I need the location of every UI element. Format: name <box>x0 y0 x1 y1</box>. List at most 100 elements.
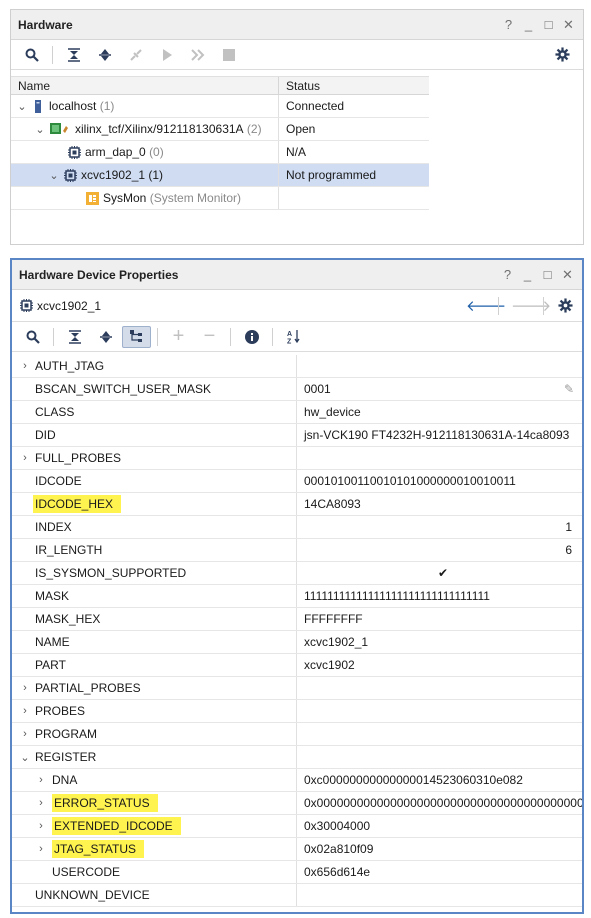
property-value <box>297 447 582 469</box>
chevron-right-icon[interactable]: › <box>34 797 48 809</box>
tree-row-sysmon[interactable]: SysMon (System Monitor) <box>11 187 429 210</box>
forward-arrow-icon[interactable]: 🡒 <box>511 296 551 315</box>
property-row[interactable]: › FULL_PROBES <box>12 447 582 470</box>
chevron-right-icon[interactable]: › <box>18 682 32 694</box>
chevron-right-icon[interactable]: › <box>18 705 32 717</box>
stop-icon[interactable] <box>214 44 243 66</box>
run-next-icon[interactable] <box>183 44 212 66</box>
property-row[interactable]: BSCAN_SWITCH_USER_MASK 0001 ✎ <box>12 378 582 401</box>
property-name: IS_SYSMON_SUPPORTED <box>35 566 187 580</box>
property-row[interactable]: › PROGRAM <box>12 723 582 746</box>
edit-pencil-icon[interactable]: ✎ <box>564 382 574 396</box>
remove-icon[interactable]: − <box>195 325 224 348</box>
minimize-icon[interactable]: _ <box>523 17 534 32</box>
property-row[interactable]: IR_LENGTH 6 <box>12 539 582 562</box>
node-status <box>279 187 286 209</box>
property-value <box>297 746 582 768</box>
property-value: 0x656d614e <box>304 865 371 879</box>
property-row[interactable]: MASK_HEX FFFFFFFF <box>12 608 582 631</box>
svg-text:A: A <box>287 331 292 338</box>
collapse-all-icon[interactable] <box>60 326 89 348</box>
property-row[interactable]: PART xcvc1902 <box>12 654 582 677</box>
property-row[interactable]: IS_SYSMON_SUPPORTED ✔ <box>12 562 582 585</box>
chevron-down-icon[interactable]: ⌄ <box>47 169 61 182</box>
property-row[interactable]: UNKNOWN_DEVICE <box>12 884 582 907</box>
node-count: (1) <box>148 168 164 182</box>
property-name: UNKNOWN_DEVICE <box>35 888 150 902</box>
tree-row-xcvc1902[interactable]: ⌄ xcvc1902_1 (1) Not programmed <box>11 164 429 187</box>
maximize-icon[interactable]: □ <box>542 267 553 282</box>
node-label: xilinx_tcf/Xilinx/912118130631A <box>75 122 244 136</box>
property-row[interactable]: INDEX 1 <box>12 516 582 539</box>
property-name: REGISTER <box>35 750 97 764</box>
chevron-down-icon[interactable]: ⌄ <box>18 751 32 764</box>
property-value-cell[interactable]: 0001 ✎ <box>297 378 582 400</box>
chip-icon <box>63 168 77 182</box>
node-label: localhost <box>49 99 97 113</box>
panel-title: Hardware Device Properties <box>19 267 179 282</box>
property-row[interactable]: › AUTH_JTAG <box>12 355 582 378</box>
property-row[interactable]: › EXTENDED_IDCODE 0x30004000 <box>12 815 582 838</box>
tree-row-target[interactable]: ⌄ xilinx_tcf/Xilinx/912118130631A (2) Op… <box>11 118 429 141</box>
property-row[interactable]: IDCODE_HEX 14CA8093 <box>12 493 582 516</box>
property-name: PROBES <box>35 704 86 718</box>
back-arrow-icon[interactable]: 🡐 <box>466 296 506 315</box>
column-header-name[interactable]: Name <box>11 77 279 94</box>
property-name: INDEX <box>35 520 72 534</box>
group-by-category-icon[interactable] <box>122 325 151 348</box>
chevron-down-icon[interactable]: ⌄ <box>33 123 47 136</box>
close-icon[interactable]: ✕ <box>562 267 573 282</box>
minimize-icon[interactable]: _ <box>522 267 533 282</box>
node-status: Not programmed <box>286 168 377 182</box>
search-icon[interactable] <box>18 326 47 348</box>
settings-icon[interactable] <box>556 295 574 317</box>
help-icon[interactable]: ? <box>503 17 514 32</box>
property-value: 14CA8093 <box>304 497 361 511</box>
tree-row-localhost[interactable]: ⌄ localhost (1) Connected <box>11 95 429 118</box>
expand-all-icon[interactable] <box>91 326 120 348</box>
property-value: 1 <box>565 520 572 534</box>
hardware-panel: Hardware ? _ □ ✕ Name Status ⌄ localhost… <box>10 9 584 245</box>
settings-icon[interactable] <box>548 44 577 66</box>
property-row[interactable]: › PROBES <box>12 700 582 723</box>
chevron-right-icon[interactable]: › <box>34 774 48 786</box>
close-icon[interactable]: ✕ <box>563 17 574 32</box>
property-row[interactable]: › PARTIAL_PROBES <box>12 677 582 700</box>
property-name-highlighted: ERROR_STATUS <box>52 794 158 812</box>
property-value <box>297 700 582 722</box>
column-header-status[interactable]: Status <box>279 77 320 94</box>
toolbar-separator <box>498 296 499 315</box>
property-row[interactable]: MASK 11111111111111111111111111111111 <box>12 585 582 608</box>
property-row[interactable]: IDCODE 00010100110010101000000010010011 <box>12 470 582 493</box>
board-target-icon <box>49 122 71 136</box>
expand-all-icon[interactable] <box>90 44 119 66</box>
sort-alpha-icon[interactable]: AZ <box>279 326 308 348</box>
chevron-right-icon[interactable]: › <box>18 728 32 740</box>
search-icon[interactable] <box>17 44 46 66</box>
property-row[interactable]: › ERROR_STATUS 0x000000000000000000000000… <box>12 792 582 815</box>
property-row[interactable]: NAME xcvc1902_1 <box>12 631 582 654</box>
tree-row-arm-dap[interactable]: arm_dap_0 (0) N/A <box>11 141 429 164</box>
svg-text:Z: Z <box>287 339 292 345</box>
property-row[interactable]: DID jsn-VCK190 FT4232H-912118130631A-14c… <box>12 424 582 447</box>
property-row[interactable]: › DNA 0xc00000000000000014523060310e082 <box>12 769 582 792</box>
property-name-highlighted: JTAG_STATUS <box>52 840 145 858</box>
auto-connect-icon[interactable] <box>121 44 150 66</box>
property-row[interactable]: ⌄ REGISTER <box>12 746 582 769</box>
chevron-down-icon[interactable]: ⌄ <box>15 100 29 113</box>
run-icon[interactable] <box>152 44 181 66</box>
maximize-icon[interactable]: □ <box>543 17 554 32</box>
chevron-right-icon[interactable]: › <box>18 360 32 372</box>
toolbar-separator <box>157 327 158 346</box>
property-row[interactable]: › JTAG_STATUS 0x02a810f09 <box>12 838 582 861</box>
property-row[interactable]: CLASS hw_device <box>12 401 582 424</box>
chevron-right-icon[interactable]: › <box>18 452 32 464</box>
help-icon[interactable]: ? <box>502 267 513 282</box>
add-icon[interactable]: + <box>164 325 193 348</box>
property-row[interactable]: USERCODE 0x656d614e <box>12 861 582 884</box>
chevron-right-icon[interactable]: › <box>34 820 48 832</box>
node-status: Open <box>286 122 316 136</box>
info-icon[interactable] <box>237 326 266 348</box>
chevron-right-icon[interactable]: › <box>34 843 48 855</box>
collapse-all-icon[interactable] <box>59 44 88 66</box>
